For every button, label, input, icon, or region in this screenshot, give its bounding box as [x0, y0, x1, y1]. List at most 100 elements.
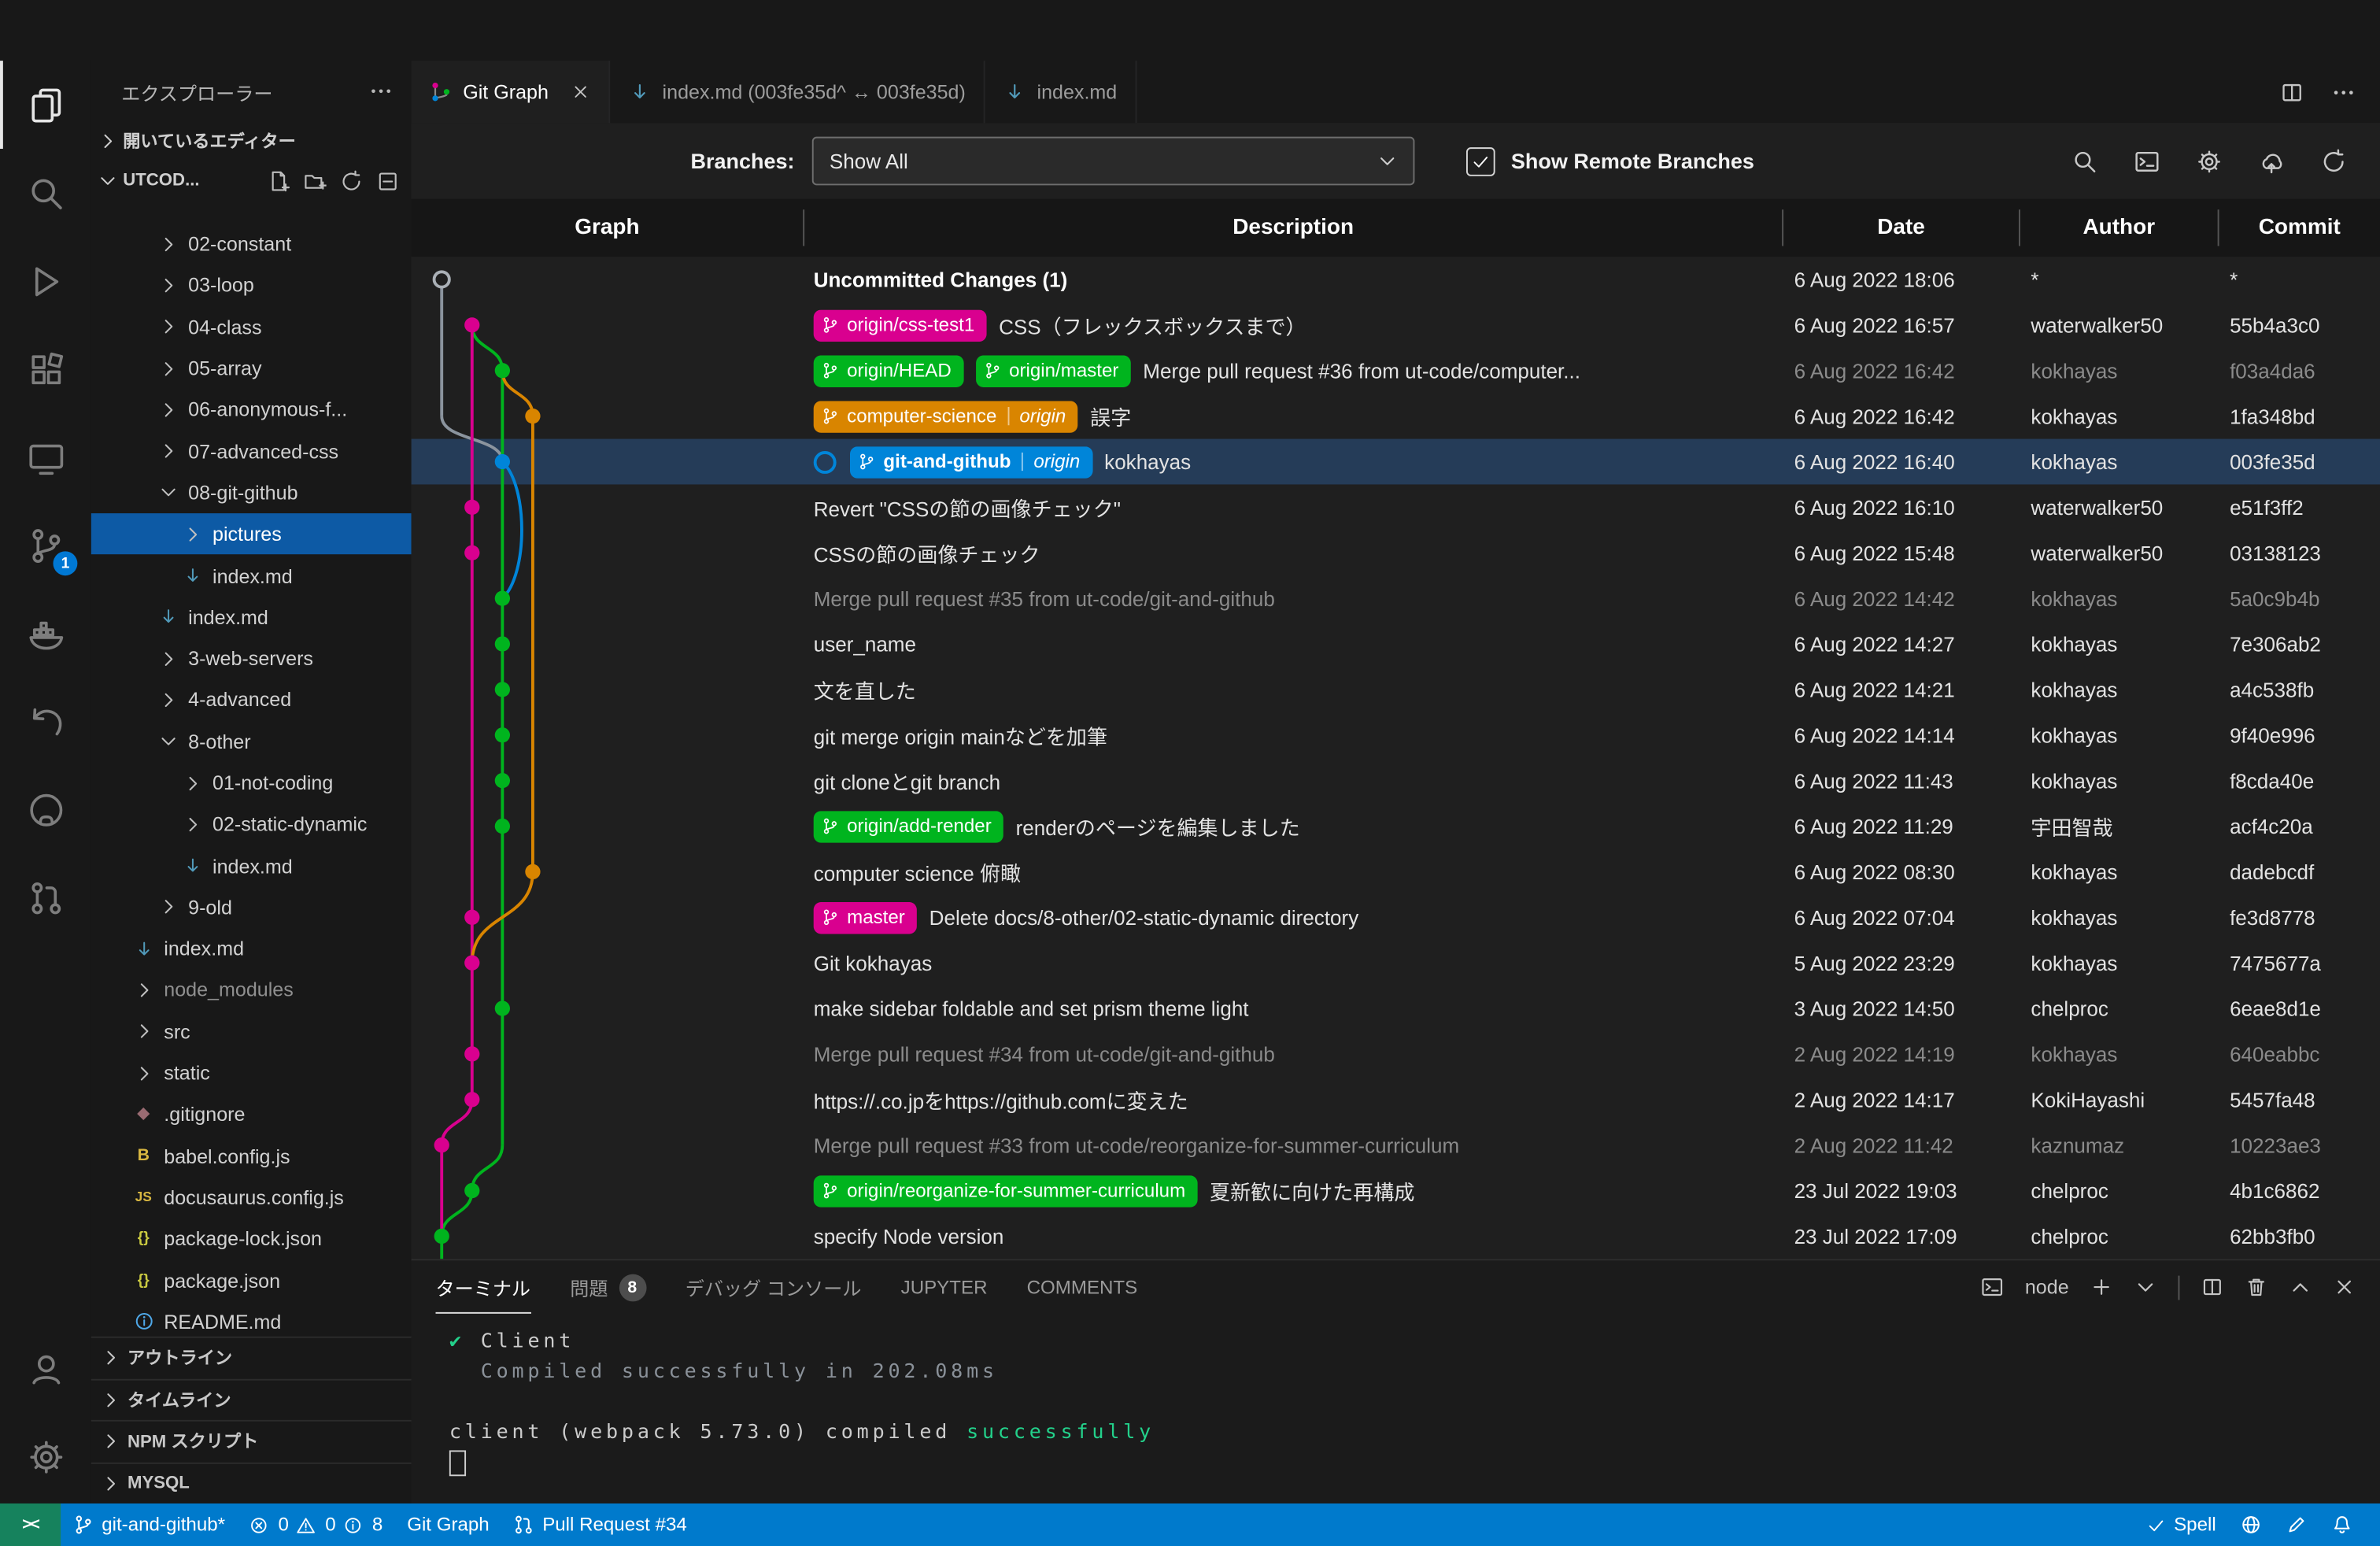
tree-item-08-git-github[interactable]: 08-git-github [91, 472, 412, 514]
tree-item-05-array[interactable]: 05-array [91, 348, 412, 390]
sidebar-section-MYSQL[interactable]: MYSQL [91, 1462, 412, 1503]
branch-badge[interactable]: origin/HEAD [814, 354, 964, 386]
close-icon[interactable] [2333, 1276, 2356, 1299]
refresh-icon[interactable] [340, 169, 363, 192]
sidebar-section-アウトライン[interactable]: アウトライン [91, 1337, 412, 1378]
commit-row[interactable]: Git kokhayas5 Aug 2022 23:29kokhayas7475… [412, 940, 2380, 986]
branch-badge[interactable]: master [814, 901, 918, 934]
tree-item-package-lock-json[interactable]: {}package-lock.json [91, 1219, 412, 1260]
activity-pull-requests-icon[interactable] [0, 853, 91, 941]
branch-badge[interactable]: origin/add-render [814, 810, 1003, 842]
activity-explorer-icon[interactable] [0, 61, 91, 149]
tree-item-4-advanced[interactable]: 4-advanced [91, 679, 412, 721]
bell-icon[interactable] [2319, 1514, 2365, 1535]
editor-tab-index.md[interactable]: index.md [985, 61, 1136, 123]
chevron-down-icon[interactable] [2134, 1276, 2157, 1299]
workspace-section[interactable]: UTCOD... [91, 161, 412, 201]
show-remote-checkbox[interactable] [1467, 146, 1496, 176]
tree-item-pictures[interactable]: pictures [91, 513, 412, 555]
tree-item--gitignore[interactable]: ◆.gitignore [91, 1094, 412, 1136]
terminal-icon[interactable] [2134, 148, 2160, 174]
shell-label[interactable]: node [2025, 1276, 2069, 1299]
commit-row[interactable]: 文を直した6 Aug 2022 14:21kokhayasa4c538fb [412, 667, 2380, 712]
explorer-more-icon[interactable] [369, 79, 394, 103]
activity-github-icon[interactable] [0, 765, 91, 853]
commit-row[interactable]: CSSの節の画像チェック6 Aug 2022 15:48waterwalker5… [412, 530, 2380, 575]
tree-item-06-anonymous-f-[interactable]: 06-anonymous-f... [91, 389, 412, 431]
commit-row[interactable]: Merge pull request #34 from ut-code/git-… [412, 1031, 2380, 1077]
commit-row[interactable]: git cloneとgit branch6 Aug 2022 11:43kokh… [412, 758, 2380, 804]
panel-tab-問題[interactable]: 問題8 [570, 1260, 645, 1314]
editor-tab-git[interactable]: Git Graph [412, 61, 611, 123]
tree-item-node-modules[interactable]: node_modules [91, 970, 412, 1012]
terminal-output[interactable]: ✔ Client Compiled successfully in 202.08… [412, 1314, 2380, 1479]
branch-badge[interactable]: git-and-githuborigin [850, 446, 1092, 478]
tree-item-3-web-servers[interactable]: 3-web-servers [91, 638, 412, 679]
commit-row[interactable]: computer-scienceorigin誤字6 Aug 2022 16:42… [412, 394, 2380, 439]
panel-tab-デバッグ コンソール[interactable]: デバッグ コンソール [686, 1260, 862, 1314]
branch-badge[interactable]: origin/reorganize-for-summer-curriculum [814, 1174, 1198, 1207]
commit-row[interactable]: Merge pull request #35 from ut-code/git-… [412, 575, 2380, 621]
tree-item-03-loop[interactable]: 03-loop [91, 264, 412, 306]
split-editor-icon[interactable] [2280, 80, 2304, 104]
tree-item-07-advanced-css[interactable]: 07-advanced-css [91, 431, 412, 472]
tree-item-02-static-dynamic[interactable]: 02-static-dynamic [91, 804, 412, 845]
tree-item-docusaurus-config-js[interactable]: JSdocusaurus.config.js [91, 1177, 412, 1219]
commit-row[interactable]: origin/add-renderrenderのページを編集しました6 Aug … [412, 804, 2380, 849]
commit-row[interactable]: user_name6 Aug 2022 14:27kokhayas7e306ab… [412, 621, 2380, 667]
activity-undo-icon[interactable] [0, 677, 91, 765]
tree-item-package-json[interactable]: {}package.json [91, 1259, 412, 1301]
commit-row[interactable]: specify Node version23 Jul 2022 17:09che… [412, 1213, 2380, 1259]
sidebar-section-NPM スクリプト[interactable]: NPM スクリプト [91, 1420, 412, 1462]
commit-row[interactable]: git-and-githuboriginkokhayas6 Aug 2022 1… [412, 439, 2380, 485]
settings-icon[interactable] [2197, 148, 2223, 174]
commit-row[interactable]: masterDelete docs/8-other/02-static-dyna… [412, 894, 2380, 940]
branch-badge[interactable]: origin/master [976, 354, 1131, 386]
chevron-up-icon[interactable] [2289, 1276, 2312, 1299]
tree-item-8-other[interactable]: 8-other [91, 721, 412, 763]
trash-icon[interactable] [2245, 1276, 2267, 1299]
activity-source-control-icon[interactable]: 1 [0, 501, 91, 590]
activity-run-debug-icon[interactable] [0, 237, 91, 325]
branch-badge[interactable]: origin/css-test1 [814, 309, 987, 342]
editor-more-icon[interactable] [2331, 80, 2356, 104]
tree-item-index-md[interactable]: index.md [91, 928, 412, 970]
remote-indicator[interactable]: >< [0, 1503, 61, 1546]
commit-row[interactable]: origin/reorganize-for-summer-curriculum夏… [412, 1168, 2380, 1214]
activity-remote-explorer-icon[interactable] [0, 413, 91, 501]
tree-item-index-md[interactable]: index.md [91, 555, 412, 597]
split-icon[interactable] [2201, 1276, 2223, 1299]
new-file-icon[interactable] [267, 169, 290, 192]
open-editors-section[interactable]: 開いているエディター [91, 121, 412, 161]
git-graph-status-item[interactable]: Git Graph [395, 1514, 501, 1535]
commit-row[interactable]: origin/HEADorigin/masterMerge pull reque… [412, 348, 2380, 394]
tree-item-index-md[interactable]: index.md [91, 845, 412, 887]
commit-row[interactable]: Uncommitted Changes (1)6 Aug 2022 18:06*… [412, 257, 2380, 302]
branches-dropdown[interactable]: Show All [813, 137, 1416, 186]
globe-icon[interactable] [2228, 1514, 2274, 1535]
problems-indicator[interactable]: 0 0 8 [237, 1514, 394, 1535]
plus-icon[interactable] [2090, 1276, 2113, 1299]
panel-tab-JUPYTER[interactable]: JUPYTER [901, 1260, 988, 1314]
activity-account-icon[interactable] [0, 1324, 91, 1412]
commit-row[interactable]: Revert "CSSの節の画像チェック"6 Aug 2022 16:10wat… [412, 484, 2380, 530]
activity-settings-icon[interactable] [0, 1412, 91, 1500]
collapse-all-icon[interactable] [376, 169, 399, 192]
tree-item-04-class[interactable]: 04-class [91, 306, 412, 348]
commit-row[interactable]: make sidebar foldable and set prism them… [412, 986, 2380, 1031]
close-icon[interactable] [571, 82, 591, 102]
panel-tab-COMMENTS[interactable]: COMMENTS [1027, 1260, 1138, 1314]
search-icon[interactable] [2071, 148, 2097, 174]
activity-docker-icon[interactable] [0, 590, 91, 678]
commit-row[interactable]: origin/css-test1CSS（フレックスボックスまで）6 Aug 20… [412, 302, 2380, 348]
new-folder-icon[interactable] [304, 169, 327, 192]
activity-extensions-icon[interactable] [0, 325, 91, 413]
tree-item-01-not-coding[interactable]: 01-not-coding [91, 762, 412, 804]
cloud-upload-icon[interactable] [2259, 148, 2285, 174]
tree-item-02-constant[interactable]: 02-constant [91, 224, 412, 265]
pencil-icon[interactable] [2274, 1514, 2319, 1535]
tree-item-src[interactable]: src [91, 1011, 412, 1052]
tree-item-9-old[interactable]: 9-old [91, 886, 412, 928]
refresh-icon[interactable] [2321, 148, 2347, 174]
commit-row[interactable]: computer science 俯瞰6 Aug 2022 08:30kokha… [412, 849, 2380, 894]
